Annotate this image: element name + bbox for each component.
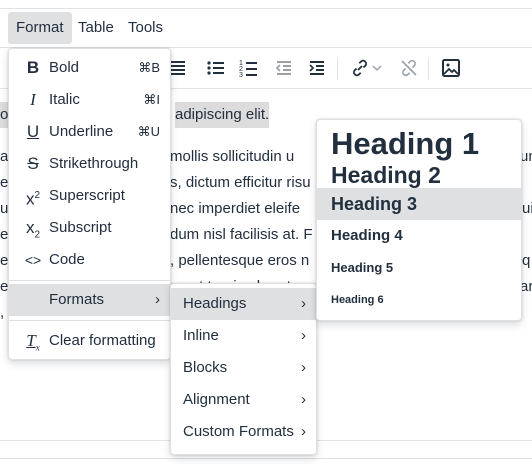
superscript-icon: x2 [25,189,41,209]
menu-item-label: Underline [49,123,114,140]
chevron-right-icon: › [301,359,306,376]
menu-tools[interactable]: Tools [120,12,171,44]
text-fragment: s, dictum efficitur risu [170,174,311,191]
code-icon: <> [24,252,42,268]
subscript-icon: x2 [25,218,41,241]
menu-item-label: Alignment [183,391,250,408]
menubar: Format Table Tools [0,9,532,47]
svg-text:3: 3 [239,72,243,79]
menu-item-heading-4[interactable]: Heading 4 [317,220,521,252]
shortcut: ⌘B [138,60,160,75]
menu-item-formats[interactable]: Formats › [9,284,170,316]
menu-item-blocks[interactable]: Blocks › [171,352,316,384]
menu-item-label: Bold [49,59,80,76]
shortcut: ⌘I [143,92,160,107]
chevron-right-icon: › [155,291,160,308]
numbered-list-icon[interactable]: 123 [237,56,261,80]
menu-item-headings[interactable]: Headings › [171,288,316,320]
text-fragment: ui [522,200,532,217]
menu-item-label: Code [49,251,85,268]
shortcut: ⌘U [137,124,160,139]
link-icon[interactable] [348,56,372,80]
menu-item-code[interactable]: <> Code [9,244,170,276]
menu-separator [9,280,170,281]
menu-item-clear-formatting[interactable]: Tx Clear formatting [9,325,170,357]
bullet-list-icon[interactable] [204,56,228,80]
menu-item-heading-6[interactable]: Heading 6 [317,284,521,316]
menu-separator [9,320,170,321]
menu-item-strikethrough[interactable]: S Strikethrough [9,148,170,180]
headings-submenu: Heading 1 Heading 2 Heading 3 Heading 4 … [316,119,522,321]
indent-icon[interactable] [305,56,329,80]
menu-item-label: Subscript [49,219,112,236]
underline-icon: U [26,122,40,141]
menu-item-label: Formats [49,291,105,308]
menu-item-label: Heading 3 [331,194,418,214]
menu-item-label: Heading 4 [331,227,403,244]
chevron-down-icon[interactable] [370,56,384,80]
chevron-right-icon: › [301,295,306,312]
outdent-icon[interactable] [272,56,296,80]
bottom-border [0,458,532,459]
toolbar-divider [337,58,338,80]
strikethrough-icon: S [27,154,39,173]
text-fragment: q [522,252,531,269]
format-menu: B Bold ⌘B I Italic ⌘I U Underline ⌘U S S… [8,48,171,360]
chevron-right-icon: › [301,391,306,408]
unlink-icon[interactable] [397,56,421,80]
toolbar-divider [428,58,429,80]
menu-item-underline[interactable]: U Underline ⌘U [9,116,170,148]
menu-item-heading-3[interactable]: Heading 3 [317,188,521,220]
clear-formatting-icon: Tx [26,331,40,353]
text-fragment: nec imperdiet eleife [170,200,301,217]
text-fragment: dum nisl facilisis at. F [170,226,313,243]
menu-item-label: Inline [183,327,219,344]
text-fragment: adipiscing elit. [175,102,270,128]
menu-item-bold[interactable]: B Bold ⌘B [9,52,170,84]
menu-item-label: Blocks [183,359,228,376]
text-fragment: , [0,304,5,321]
chevron-right-icon: › [301,327,306,344]
menu-item-heading-2[interactable]: Heading 2 [317,158,521,192]
menu-item-label: Custom Formats [183,423,294,440]
menu-item-label: Heading 5 [331,260,394,275]
menu-item-italic[interactable]: I Italic ⌘I [9,84,170,116]
bold-icon: B [26,58,40,77]
chevron-right-icon: › [301,423,306,440]
menu-table[interactable]: Table [70,12,122,44]
image-icon[interactable] [439,56,463,80]
menu-item-label: Heading 2 [331,162,441,188]
menu-item-label: Italic [49,91,80,108]
italic-icon: I [30,90,36,109]
menu-item-custom-formats[interactable]: Custom Formats › [171,416,316,448]
text-fragment: , pellentesque eros n [170,252,310,269]
menu-item-label: Headings [183,295,247,312]
menu-item-alignment[interactable]: Alignment › [171,384,316,416]
menu-item-label: Superscript [49,187,125,204]
menu-item-superscript[interactable]: x2 Superscript [9,180,170,212]
menu-item-label: Strikethrough [49,155,139,172]
menu-item-heading-5[interactable]: Heading 5 [317,252,521,284]
menu-item-subscript[interactable]: x2 Subscript [9,212,170,244]
menu-item-label: Heading 6 [331,294,384,306]
menu-item-label: Clear formatting [49,332,156,349]
menu-format[interactable]: Format [8,12,72,44]
menu-item-inline[interactable]: Inline › [171,320,316,352]
text-fragment: mollis sollicitudin u [170,148,295,165]
formats-submenu: Headings › Inline › Blocks › Alignment ›… [170,283,317,455]
